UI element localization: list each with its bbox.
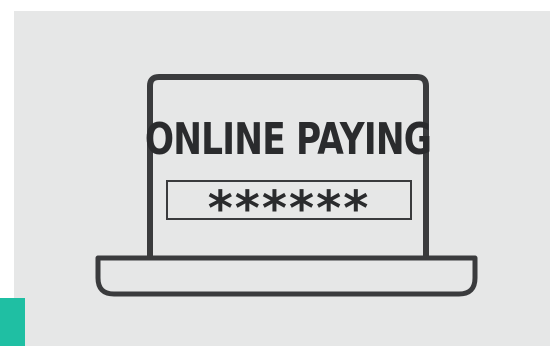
screen-title: ONLINE PAYING <box>144 114 432 165</box>
password-field: ****** <box>166 180 412 233</box>
laptop-icon <box>95 74 478 297</box>
canvas: ONLINE PAYING ****** <box>0 0 550 346</box>
laptop-base <box>95 255 478 297</box>
password-mask: ****** <box>207 181 371 237</box>
